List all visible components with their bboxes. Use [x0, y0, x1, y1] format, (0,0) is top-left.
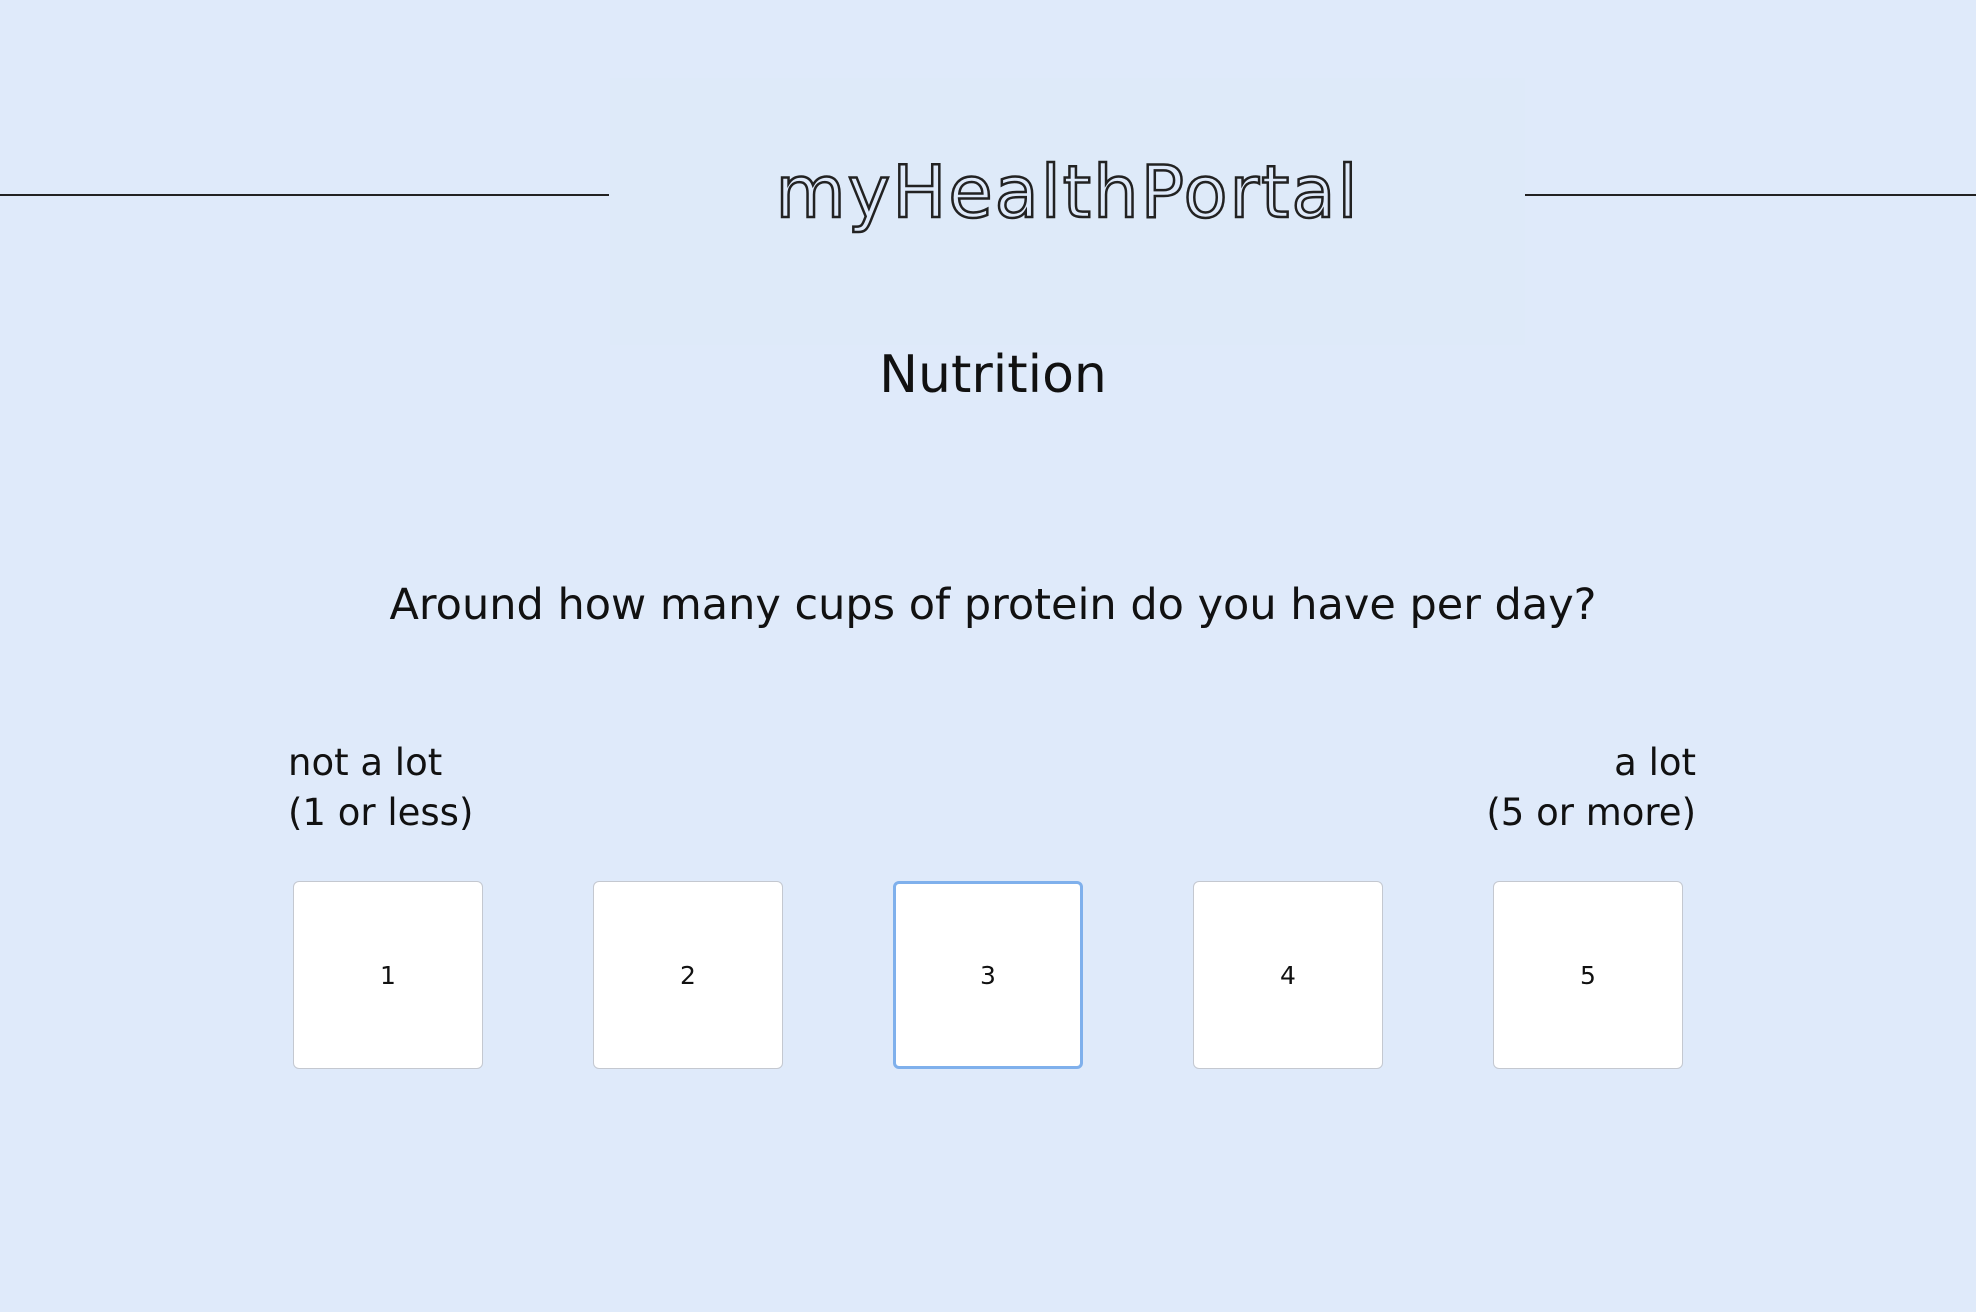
option-1-button[interactable]: 1: [293, 881, 483, 1069]
scale-high-subtext: (5 or more): [1486, 791, 1696, 834]
option-3-button[interactable]: 3: [893, 881, 1083, 1069]
app-logo: myHealthPortal: [774, 149, 1360, 236]
question-text: Around how many cups of protein do you h…: [389, 580, 1597, 630]
page-title: Nutrition: [879, 345, 1107, 405]
scale-high-label: a lot (5 or more): [1486, 738, 1696, 838]
scale-low-subtext: (1 or less): [288, 791, 474, 834]
option-2-button[interactable]: 2: [593, 881, 783, 1069]
option-4-button[interactable]: 4: [1193, 881, 1383, 1069]
scale-low-text: not a lot: [288, 741, 443, 784]
scale-high-text: a lot: [1614, 741, 1696, 784]
header-divider-left: [0, 194, 609, 196]
scale-low-label: not a lot (1 or less): [288, 738, 473, 838]
option-5-button[interactable]: 5: [1493, 881, 1683, 1069]
